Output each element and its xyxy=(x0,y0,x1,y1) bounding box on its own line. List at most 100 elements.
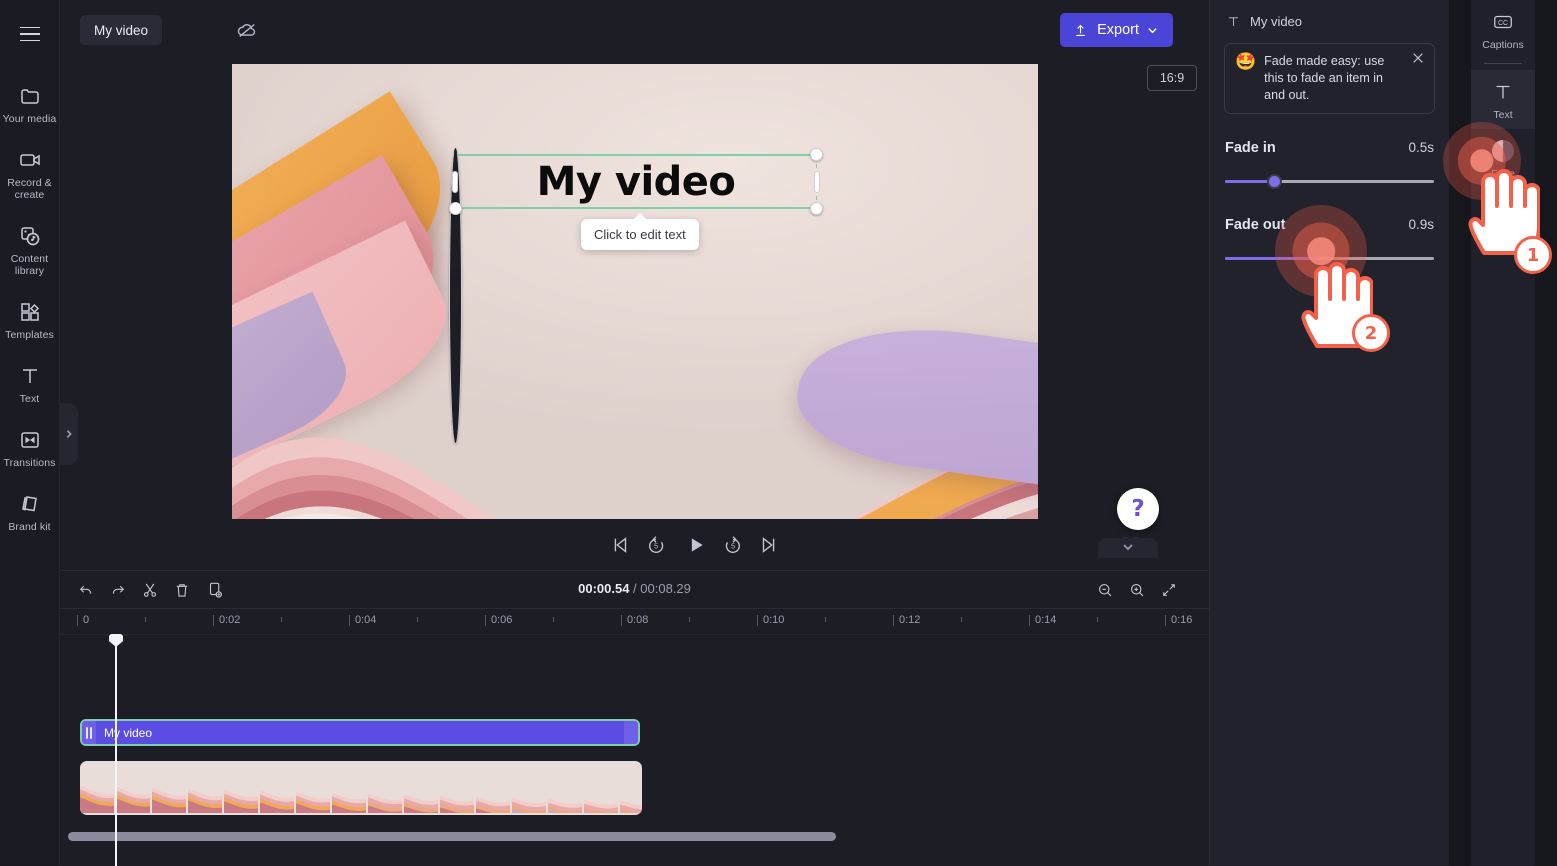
hamburger-menu-icon[interactable] xyxy=(14,18,46,50)
text-clip[interactable]: My video xyxy=(80,719,640,746)
properties-panel: My video 🤩 Fade made easy: use this to f… xyxy=(1209,0,1449,866)
sidebar-item-transitions[interactable]: Transitions xyxy=(0,418,60,476)
clip-thumbnail xyxy=(512,761,548,815)
top-bar: My video Export xyxy=(60,0,1209,60)
right-icon-strip-inner: CC Captions Text Fade xyxy=(1471,0,1535,866)
strip-label: Captions xyxy=(1482,39,1524,51)
play-button[interactable] xyxy=(678,527,714,563)
rewind-5-icon: 5 xyxy=(649,536,664,554)
video-camera-icon xyxy=(17,147,43,173)
sidebar-item-content-library[interactable]: Content library xyxy=(0,214,60,284)
ruler-tick-label: 0:10 xyxy=(763,614,785,626)
sidebar-item-brand-kit[interactable]: Brand kit xyxy=(0,482,60,540)
chevron-down-icon xyxy=(1148,27,1157,33)
fade-out-value: 0.9s xyxy=(1408,217,1434,232)
forward-5-icon: 5 xyxy=(725,536,740,554)
fit-to-screen-button[interactable] xyxy=(1155,577,1183,603)
timeline-horizontal-scrollbar[interactable] xyxy=(68,832,836,841)
clip-thumbnail xyxy=(620,761,642,815)
clip-thumbnail xyxy=(440,761,476,815)
play-icon xyxy=(691,538,703,552)
right-icon-strip: CC Captions Text Fade xyxy=(1449,0,1557,866)
time-separator: / xyxy=(629,581,641,596)
clip-trim-left[interactable] xyxy=(82,721,96,744)
forward-5-button[interactable]: 5 xyxy=(715,527,751,563)
preview-stage: 16:9 My video Click to edit text 5 5 ? xyxy=(60,60,1209,570)
fade-in-slider-knob[interactable] xyxy=(1267,174,1283,189)
text-t-icon xyxy=(17,363,43,389)
current-time: 00:00.54 xyxy=(578,581,630,596)
star-struck-emoji: 🤩 xyxy=(1235,52,1257,71)
zoom-in-button[interactable] xyxy=(1123,577,1151,603)
panel-collapse-tab[interactable] xyxy=(1098,538,1158,558)
ruler-tick-label: 0:12 xyxy=(899,614,921,626)
export-label: Export xyxy=(1097,22,1139,38)
strip-item-captions[interactable]: CC Captions xyxy=(1471,0,1535,59)
project-tab[interactable]: My video xyxy=(80,15,163,45)
clip-thumbnail xyxy=(296,761,332,815)
fit-to-screen-icon xyxy=(1163,584,1175,596)
folder-icon xyxy=(17,83,43,109)
playback-controls: 5 5 xyxy=(60,523,1209,567)
fade-in-label: Fade in xyxy=(1225,140,1276,156)
resize-handle-bottom-right[interactable] xyxy=(810,202,823,215)
skip-to-start-button[interactable] xyxy=(602,527,638,563)
fade-out-label: Fade out xyxy=(1225,217,1286,233)
resize-handle-top-right[interactable] xyxy=(810,148,823,161)
help-button[interactable]: ? xyxy=(1117,488,1159,530)
zoom-out-icon xyxy=(1099,584,1112,597)
sidebar-item-templates[interactable]: Templates xyxy=(0,290,60,348)
text-t-icon xyxy=(1491,80,1515,104)
svg-text:CC: CC xyxy=(1498,20,1508,27)
sidebar-label: Text xyxy=(19,393,40,405)
fade-icon xyxy=(1491,139,1515,163)
ruler-tick-label: 0:14 xyxy=(1035,614,1057,626)
clip-thumbnail xyxy=(476,761,512,815)
playhead[interactable] xyxy=(115,635,117,866)
rewind-5-button[interactable]: 5 xyxy=(638,527,674,563)
skip-to-end-button[interactable] xyxy=(751,527,787,563)
zoom-out-button[interactable] xyxy=(1091,577,1119,603)
help-label: ? xyxy=(1131,496,1145,522)
edit-text-tooltip: Click to edit text xyxy=(581,213,699,250)
templates-icon xyxy=(17,299,43,325)
panel-expand-handle[interactable] xyxy=(60,403,78,465)
fade-out-slider[interactable] xyxy=(1225,252,1434,264)
sidebar-items: Your media Record & create Content libra… xyxy=(0,74,59,546)
clip-thumbnail xyxy=(80,761,116,815)
sidebar-item-record-create[interactable]: Record & create xyxy=(0,138,60,208)
slider-fill xyxy=(1225,257,1318,260)
transitions-icon xyxy=(17,427,43,453)
clip-thumbnail xyxy=(404,761,440,815)
clip-thumbnail xyxy=(260,761,296,815)
cloud-offline-icon[interactable] xyxy=(230,15,264,45)
timeline-ruler[interactable]: 0 0:02 0:04 0:06 0:08 0:10 0:12 0:14 0:16 xyxy=(60,609,1209,635)
text-t-icon xyxy=(1229,17,1238,26)
resize-handle-right[interactable] xyxy=(814,170,820,193)
sidebar-label: Content library xyxy=(10,253,49,277)
export-button[interactable]: Export xyxy=(1060,13,1173,47)
video-canvas[interactable]: My video Click to edit text xyxy=(232,64,1038,519)
video-clip[interactable] xyxy=(80,761,642,815)
aspect-ratio-chip[interactable]: 16:9 xyxy=(1147,65,1197,91)
text-overlay-selection[interactable]: My video xyxy=(449,148,823,444)
close-icon[interactable] xyxy=(1411,51,1427,67)
total-time: 00:08.29 xyxy=(640,581,691,596)
sidebar-label: Brand kit xyxy=(8,521,51,533)
strip-item-text[interactable]: Text xyxy=(1471,70,1535,129)
clipchamp-editor: Your media Record & create Content libra… xyxy=(0,0,1557,866)
resize-handle-bottom-left[interactable] xyxy=(449,202,462,215)
ruler-tick-label: 0:16 xyxy=(1171,614,1193,626)
strip-item-fade[interactable]: Fade xyxy=(1471,129,1535,188)
resize-handle-left[interactable] xyxy=(452,170,458,193)
zoom-in-icon xyxy=(1131,584,1144,597)
chevron-down-icon xyxy=(1123,544,1133,551)
sidebar-label: Record & create xyxy=(7,177,52,201)
clip-thumbnail xyxy=(584,761,620,815)
strip-label: Text xyxy=(1493,109,1513,121)
fade-in-value: 0.5s xyxy=(1408,140,1434,155)
fade-in-slider[interactable] xyxy=(1225,174,1434,189)
clip-trim-right[interactable] xyxy=(624,721,638,744)
sidebar-item-text[interactable]: Text xyxy=(0,354,60,412)
sidebar-item-your-media[interactable]: Your media xyxy=(0,74,60,132)
